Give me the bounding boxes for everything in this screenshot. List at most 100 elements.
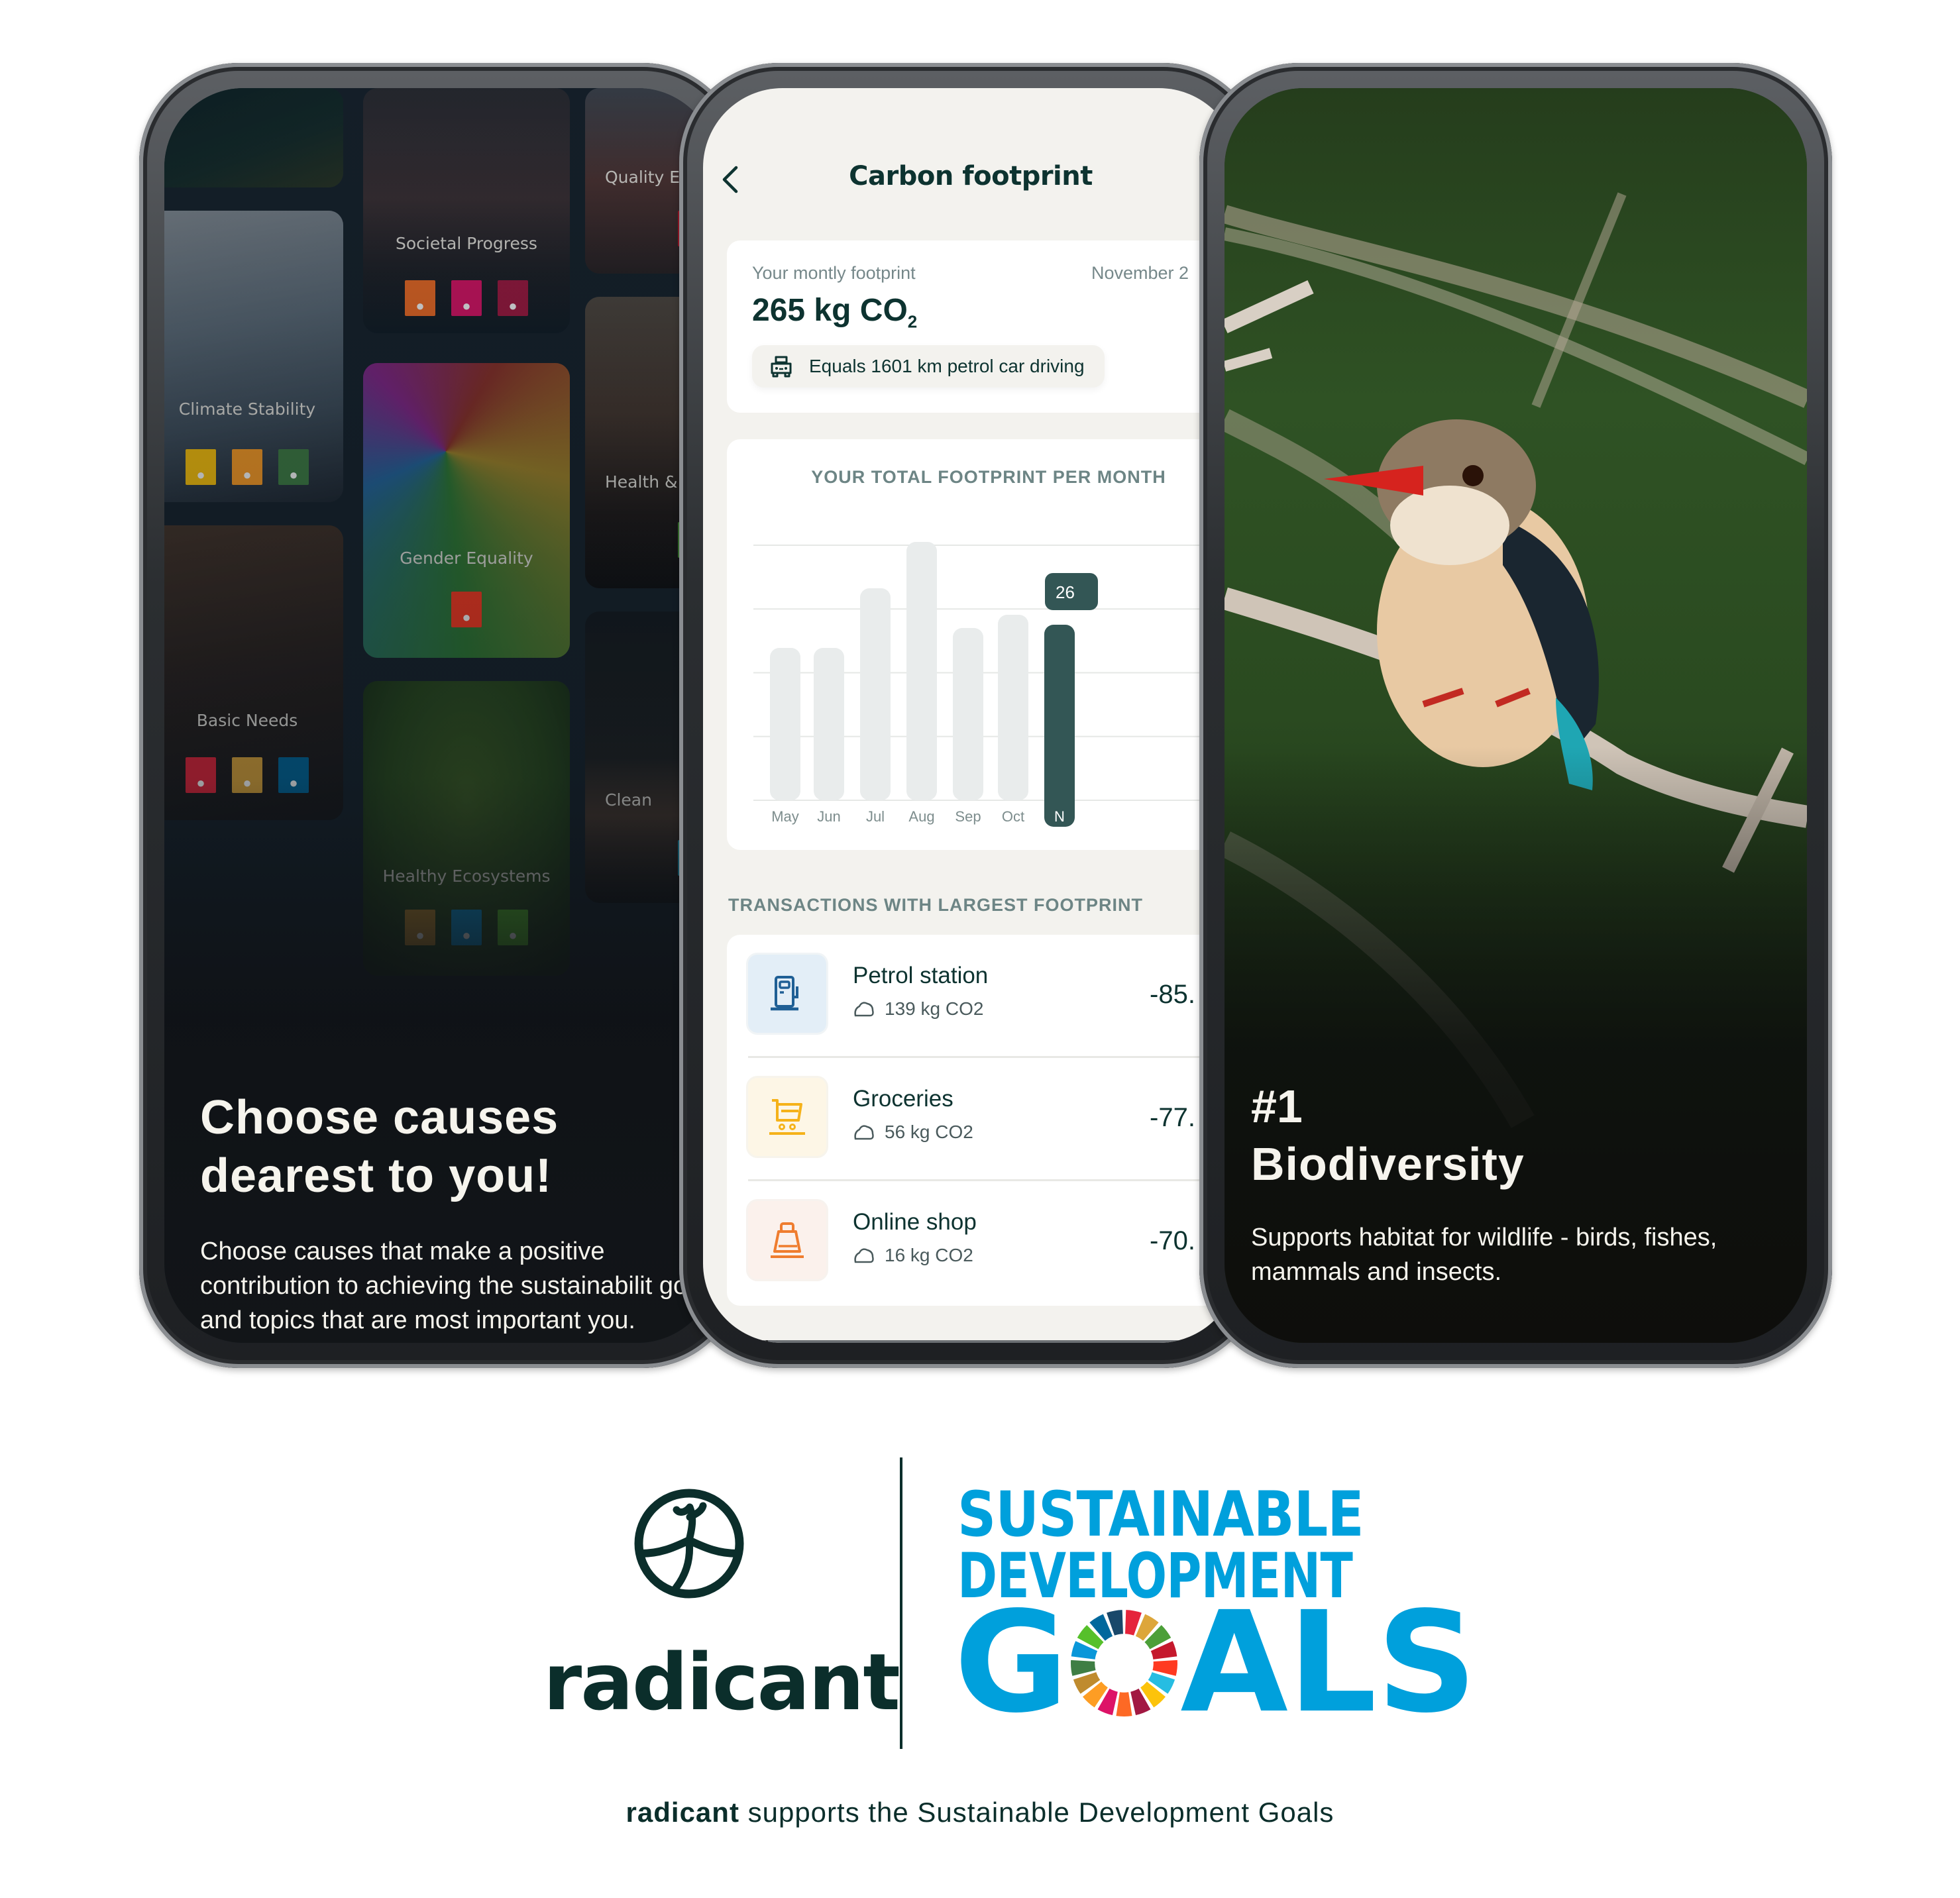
transaction-co2-text: 139 kg CO2 — [885, 998, 984, 1019]
carbon-footprint-screen: Carbon footprint Your montly footprint N… — [703, 88, 1238, 1343]
transaction-name: Online shop — [853, 1209, 977, 1235]
sdg-goal-5-icon: ● — [451, 592, 482, 627]
transaction-name: Petrol station — [853, 963, 989, 988]
sdg-goal-9-icon: ● — [405, 280, 435, 316]
chart-bar-jun[interactable] — [814, 648, 844, 800]
transaction-icon-tile — [748, 955, 826, 1033]
cause-tile-label: Societal Progress — [396, 234, 537, 253]
cause-tile[interactable]: Basic Needs ● ● ● — [164, 525, 343, 820]
monthly-footprint-label: Your montly footprint — [752, 263, 916, 283]
cause-tile[interactable] — [164, 88, 343, 187]
tagline-brand: radicant — [626, 1797, 739, 1828]
causes-screen: Societal Progress●●●Quality E●Climate St… — [164, 88, 717, 1343]
chart-bar-oct[interactable] — [998, 615, 1028, 800]
chart-x-tick: Jun — [817, 808, 840, 825]
sdg-goal-16-icon: ● — [278, 757, 309, 793]
fuel-pump-icon — [771, 976, 798, 1011]
transaction-co2-text: 16 kg CO2 — [885, 1245, 973, 1265]
cause-tile-label: Healthy Ecosystems — [382, 867, 551, 886]
cause-tile[interactable]: Climate Stability ● ● ● — [164, 211, 343, 502]
tagline: radicant supports the Sustainable Develo… — [0, 1797, 1960, 1828]
footprint-value-subscript: 2 — [907, 311, 918, 332]
chart-x-tick: Aug — [908, 808, 934, 825]
page-title: Carbon footprint — [849, 161, 1093, 191]
car-icon — [771, 356, 792, 378]
logo-divider — [900, 1457, 902, 1749]
cloud-icon — [854, 1125, 874, 1140]
sdg-goal-7-icon: ● — [186, 449, 216, 485]
phone-carbon-footprint: Carbon footprint Your montly footprint N… — [679, 63, 1262, 1368]
cause-tile[interactable]: Gender Equality ● — [363, 363, 570, 658]
transaction-row[interactable]: Petrol station 139 kg CO2 -85. — [727, 935, 1238, 1058]
transaction-icon-tile — [748, 1078, 826, 1156]
footprint-bar-chart: May Jun Jul Aug Sep Oct N 26 — [753, 542, 1238, 827]
sdg-goal-2-icon: ● — [232, 757, 262, 793]
sdg-goal-10-icon: ● — [451, 280, 482, 316]
chart-x-tick: Oct — [1002, 808, 1024, 825]
radicant-wordmark: radicant — [543, 1636, 900, 1728]
phone-biodiversity: #1 Biodiversity Supports habitat for wil… — [1199, 63, 1832, 1368]
sdg-badges: ● ● ● — [164, 449, 343, 485]
transaction-name: Groceries — [853, 1086, 953, 1112]
transaction-row[interactable]: Online shop 16 kg CO2 -70. — [727, 1181, 1238, 1304]
cause-tile-label: Climate Stability — [178, 399, 316, 419]
sdg-badges: ● ● ● — [363, 280, 570, 316]
chart-x-tick: N — [1054, 808, 1065, 825]
cause-tile[interactable]: Societal Progress ● ● ● — [363, 88, 570, 333]
chart-bar-nov[interactable] — [1044, 625, 1075, 827]
goals-letters-als: ALS — [1180, 1581, 1477, 1744]
transaction-icon-tile — [748, 1201, 826, 1279]
wind-turbine-icon — [765, 1340, 769, 1343]
nav-bar: Carbon footprint — [703, 154, 1238, 207]
cause-tile-label: Basic Needs — [196, 711, 298, 730]
chart-x-tick: Jul — [866, 808, 885, 825]
equivalent-text: Equals 1601 km petrol car driving — [809, 356, 1085, 376]
sdg-goal-1-icon: ● — [186, 757, 216, 793]
sdg-goal-8-icon: ● — [498, 280, 528, 316]
cause-description: Supports habitat for wildlife - birds, f… — [1251, 1224, 1717, 1286]
transaction-co2: 56 kg CO2 — [853, 1122, 973, 1143]
equivalent-badge: Equals 1601 km petrol car driving — [752, 345, 1105, 388]
transaction-amount: -77. — [1150, 1103, 1195, 1132]
transactions-heading: TRANSACTIONS WITH LARGEST FOOTPRINT — [728, 895, 1143, 915]
chart-bar-aug[interactable] — [906, 542, 937, 800]
cause-tile[interactable]: Healthy Ecosystems ● ● ● — [363, 681, 570, 976]
sdg-goal-13-icon: ● — [278, 449, 309, 485]
chart-bar-sep[interactable] — [953, 628, 983, 800]
sdg-badges: ● ● ● — [164, 757, 343, 793]
transaction-row[interactable]: Groceries 56 kg CO2 -77. — [727, 1058, 1238, 1181]
chart-bar-may[interactable] — [770, 648, 800, 800]
monthly-footprint-value: 265 kg CO2 — [752, 292, 917, 333]
sdg-badges: ● ● ● — [363, 910, 570, 945]
shopping-cart-icon — [769, 1099, 805, 1135]
cloud-icon — [854, 1002, 874, 1017]
phone-causes: Societal Progress●●●Quality E●Climate St… — [139, 63, 742, 1368]
sdg-goal-12-icon: ● — [405, 910, 435, 945]
sdg-goal-11-icon: ● — [232, 449, 262, 485]
cause-tile-label: Gender Equality — [400, 549, 533, 568]
goals-letter-g: G — [954, 1581, 1069, 1744]
tile-shade — [164, 88, 343, 187]
wind-turbine-photo — [727, 1340, 1238, 1343]
footprint-value-text: 265 kg CO — [752, 293, 908, 328]
chart-x-tick: May — [771, 808, 799, 825]
chart-tooltip-value: 26 — [1056, 582, 1075, 602]
sdg-goals-wordmark: G ALS — [954, 1581, 1477, 1744]
cause-name: Biodiversity — [1251, 1138, 1525, 1190]
transaction-co2: 16 kg CO2 — [853, 1245, 973, 1266]
cause-copy: #1 Biodiversity Supports habitat for wil… — [1251, 1079, 1787, 1289]
shopping-bag-icon — [771, 1222, 804, 1258]
sdg-color-wheel-icon — [1071, 1609, 1178, 1716]
transactions-list: Petrol station 139 kg CO2 -85. Groceries… — [727, 935, 1238, 1306]
transaction-amount: -70. — [1150, 1226, 1195, 1255]
cloud-icon — [854, 1248, 874, 1263]
causes-body: Choose causes that make a positive contr… — [200, 1238, 717, 1334]
causes-copy: Choose causes dearest to you! Choose cau… — [200, 1088, 717, 1338]
tagline-text: supports the Sustainable Development Goa… — [739, 1797, 1334, 1828]
transaction-co2-text: 56 kg CO2 — [885, 1122, 973, 1142]
sdg-goal-15-icon: ● — [498, 910, 528, 945]
chart-bar-jul[interactable] — [860, 588, 891, 800]
monthly-footprint-card: Your montly footprint November 2 265 kg … — [727, 240, 1238, 413]
footprint-chart-card: YOUR TOTAL FOOTPRINT PER MONTH May Jun Jul… — [727, 439, 1238, 850]
cause-rank: #1 — [1251, 1081, 1303, 1132]
